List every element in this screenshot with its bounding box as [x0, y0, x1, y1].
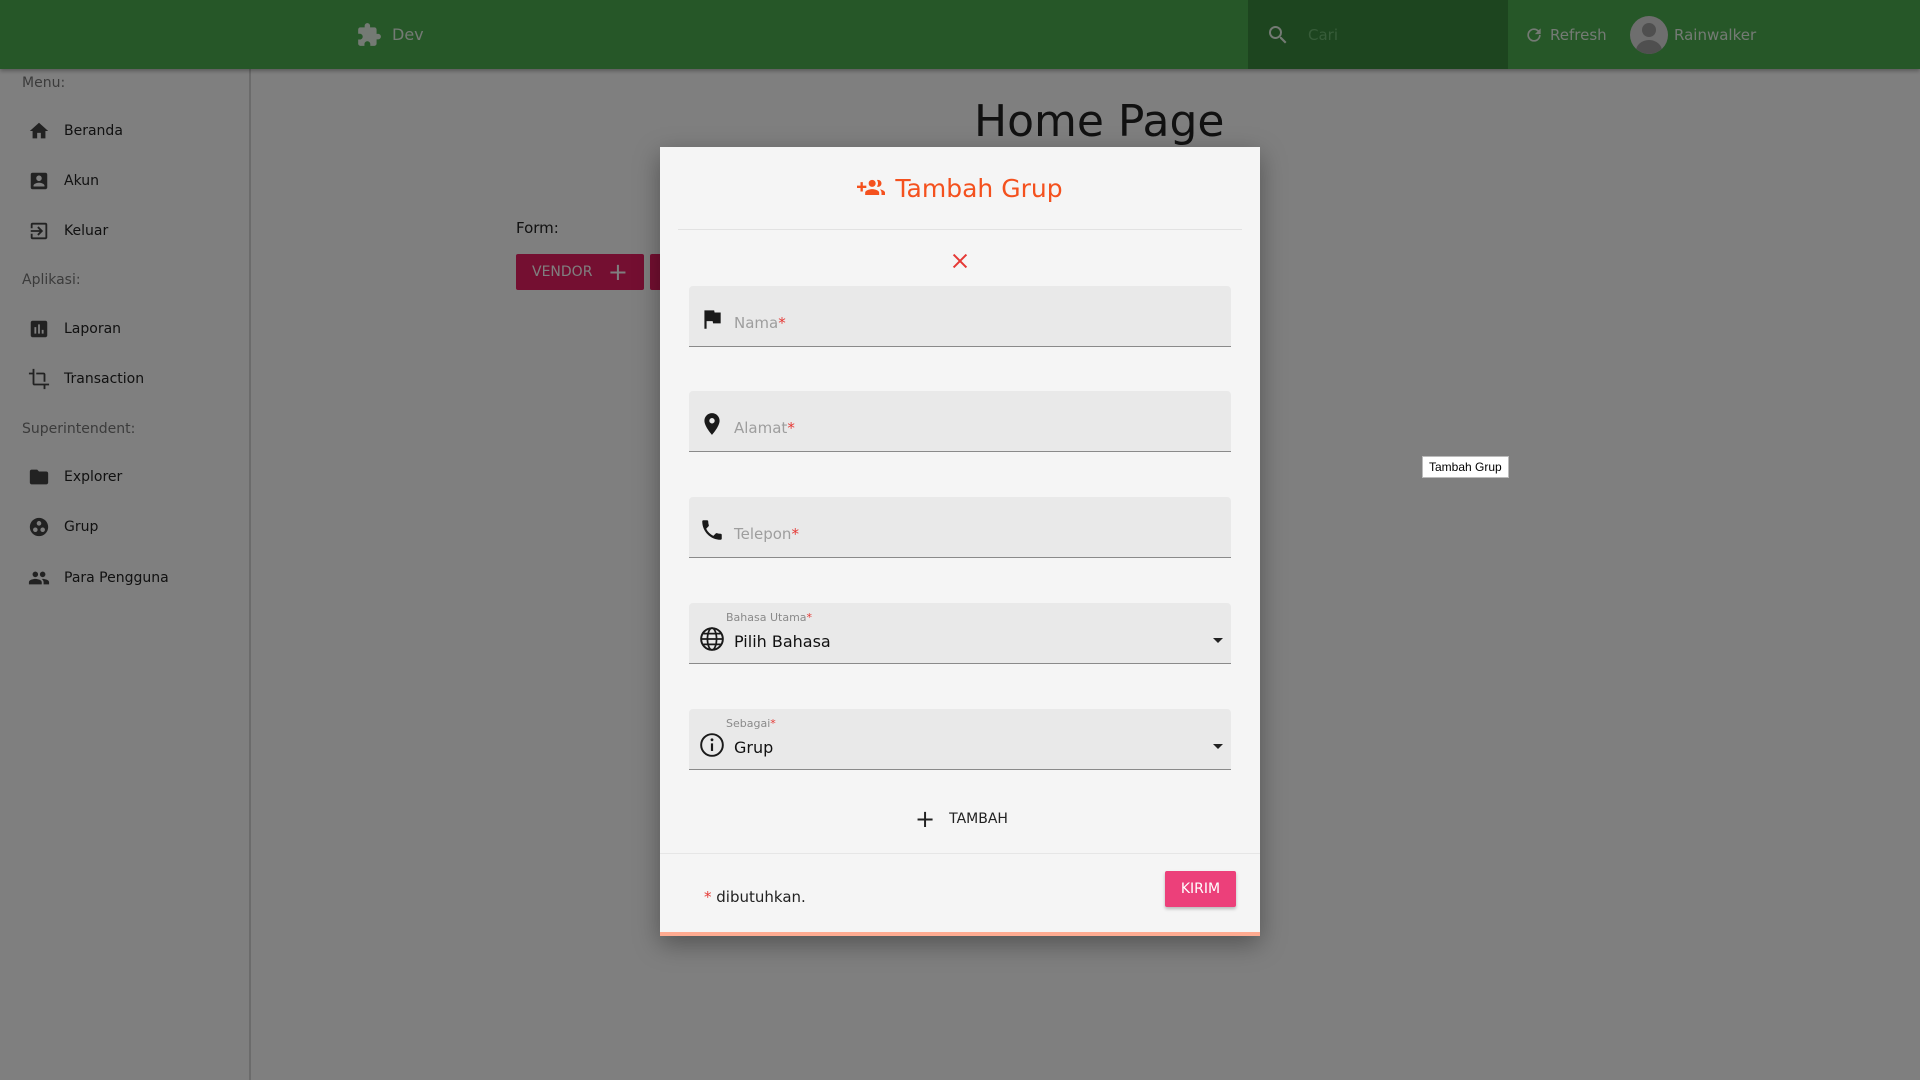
name-field[interactable]: Nama* [689, 286, 1231, 347]
tooltip: Tambah Grup [1422, 456, 1509, 478]
dialog-header: Tambah Grup [678, 147, 1242, 230]
add-group-dialog: Tambah Grup Nama* Alamat* Telepon* Bahas… [660, 147, 1260, 936]
required-note: * dibutuhkan. [704, 888, 806, 906]
close-button[interactable] [949, 250, 971, 272]
phone-field[interactable]: Telepon* [689, 497, 1231, 558]
language-select-label: Bahasa Utama* [726, 611, 813, 624]
dropdown-arrow-icon [1213, 638, 1223, 643]
globe-icon [700, 627, 724, 651]
close-icon [952, 253, 968, 269]
plus-icon: + [915, 805, 936, 833]
role-select-label: Sebagai* [726, 717, 776, 730]
flag-icon [704, 310, 721, 329]
address-placeholder: Alamat* [734, 419, 795, 437]
name-placeholder: Nama* [734, 314, 786, 332]
dropdown-arrow-icon [1213, 744, 1223, 749]
dialog-title: Tambah Grup [895, 173, 1063, 203]
address-field[interactable]: Alamat* [689, 391, 1231, 452]
phone-icon [702, 520, 722, 540]
submit-button[interactable]: KIRIM [1165, 871, 1236, 907]
role-select[interactable]: Sebagai* Grup [689, 709, 1231, 770]
language-select-value: Pilih Bahasa [734, 632, 831, 651]
language-select[interactable]: Bahasa Utama* Pilih Bahasa [689, 603, 1231, 664]
group-add-icon [857, 179, 886, 195]
location-pin-icon [704, 413, 720, 435]
phone-placeholder: Telepon* [734, 525, 799, 543]
add-more-label: TAMBAH [949, 811, 1008, 827]
dialog-accent-bar [660, 932, 1260, 936]
role-select-value: Grup [734, 738, 774, 757]
add-more-button[interactable]: + TAMBAH [915, 807, 1008, 831]
info-icon [700, 733, 724, 757]
dialog-footer-divider [660, 853, 1260, 854]
